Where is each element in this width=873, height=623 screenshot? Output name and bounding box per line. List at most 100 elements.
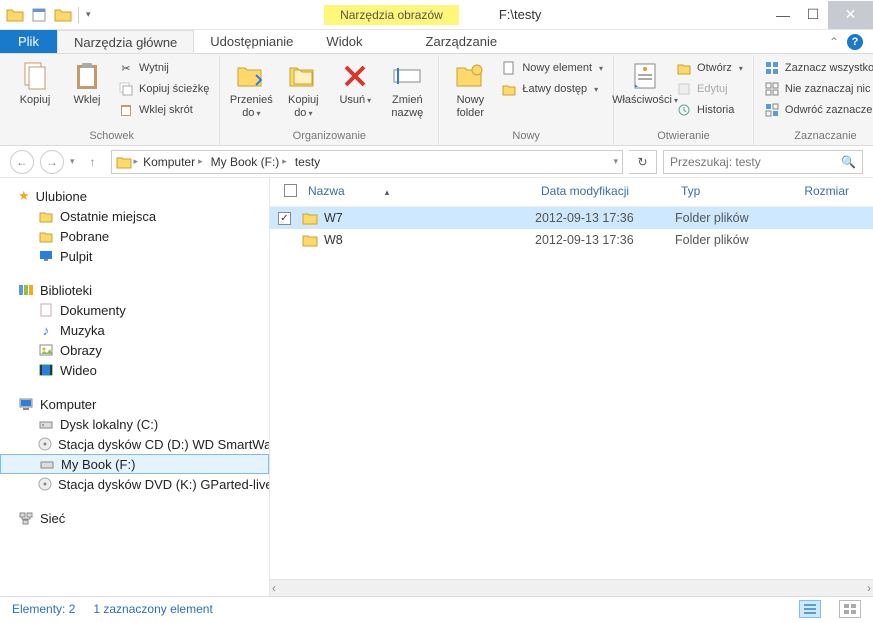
tree-favorites[interactable]: ★Ulubione: [0, 186, 269, 206]
select-all-button[interactable]: Zaznacz wszystko: [760, 58, 873, 78]
tree-item[interactable]: Ostatnie miejsca: [0, 206, 269, 226]
qat-folder-icon[interactable]: [4, 4, 26, 26]
search-icon: 🔍: [841, 155, 856, 169]
file-row[interactable]: W8 2012-09-13 17:36 Folder plików: [270, 229, 873, 251]
edit-button[interactable]: Edytuj: [672, 79, 747, 99]
music-icon: ♪: [38, 322, 54, 338]
address-bar[interactable]: ▸ Komputer▸ My Book (F:)▸ testy ▾: [111, 150, 623, 174]
tab-file[interactable]: Plik: [0, 30, 57, 53]
breadcrumb-item[interactable]: My Book (F:)▸: [208, 155, 290, 169]
tree-item[interactable]: Dokumenty: [0, 300, 269, 320]
group-new: Nowy folder Nowy element▾ Łatwy dostęp▾ …: [439, 56, 614, 145]
paste-button[interactable]: Wklej: [62, 58, 112, 109]
qat-dropdown-icon[interactable]: ▾: [83, 9, 94, 20]
collapse-ribbon-icon[interactable]: ⌃: [829, 35, 839, 49]
row-checkbox[interactable]: ✓: [278, 212, 291, 225]
history-button[interactable]: Historia: [672, 100, 747, 120]
col-date[interactable]: Data modyfikacji: [535, 184, 675, 200]
qat-new-folder-icon[interactable]: [52, 4, 74, 26]
tree-item[interactable]: Stacja dysków CD (D:) WD SmartWare: [0, 434, 269, 454]
properties-button[interactable]: Właściwości▾: [620, 58, 670, 109]
col-size[interactable]: Rozmiar: [795, 184, 865, 200]
easy-access-button[interactable]: Łatwy dostęp▾: [497, 79, 607, 99]
back-button[interactable]: ←: [10, 150, 34, 174]
copy-button[interactable]: Kopiuj: [10, 58, 60, 109]
refresh-button[interactable]: ↻: [629, 150, 657, 174]
group-organize: Przenieś do▾ Kopiuj do▾ Usuń▾ Zmień nazw…: [220, 56, 439, 145]
breadcrumb-item[interactable]: Komputer▸: [140, 155, 206, 169]
tree-network[interactable]: Sieć: [0, 508, 269, 528]
minimize-button[interactable]: —: [768, 1, 798, 29]
new-item-button[interactable]: Nowy element▾: [497, 58, 607, 78]
nav-tree[interactable]: ★Ulubione Ostatnie miejsca Pobrane Pulpi…: [0, 178, 270, 596]
col-name[interactable]: Nazwa▴: [302, 184, 535, 200]
delete-button[interactable]: Usuń▾: [330, 58, 380, 109]
drive-icon: [38, 416, 54, 432]
status-count: Elementy: 2: [12, 602, 75, 616]
main-split: ★Ulubione Ostatnie miejsca Pobrane Pulpi…: [0, 178, 873, 596]
copy-to-button[interactable]: Kopiuj do▾: [278, 58, 328, 121]
file-rows: ✓ W7 2012-09-13 17:36 Folder plików W8 2…: [270, 207, 873, 579]
tree-item[interactable]: Stacja dysków DVD (K:) GParted-live: [0, 474, 269, 494]
rename-button[interactable]: Zmień nazwę: [382, 58, 432, 121]
view-icons-button[interactable]: [839, 600, 861, 618]
window-controls: — ☐ ✕: [768, 1, 873, 29]
tree-computer[interactable]: Komputer: [0, 394, 269, 414]
copy-to-icon: [287, 60, 319, 92]
group-open: Właściwości▾ Otwórz▾ Edytuj Historia Otw…: [614, 56, 754, 145]
search-input[interactable]: [670, 155, 841, 169]
view-details-button[interactable]: [799, 600, 821, 618]
invert-selection-button[interactable]: Odwróć zaznaczenie: [760, 100, 873, 120]
forward-button[interactable]: →: [40, 150, 64, 174]
folder-icon: [302, 210, 318, 226]
copy-path-button[interactable]: Kopiuj ścieżkę: [114, 79, 213, 99]
col-type[interactable]: Typ: [675, 184, 795, 200]
address-dropdown-icon[interactable]: ▾: [613, 156, 618, 167]
navbar: ← → ▾ ↑ ▸ Komputer▸ My Book (F:)▸ testy …: [0, 146, 873, 178]
recent-icon: [38, 208, 54, 224]
tab-manage[interactable]: Zarządzanie: [410, 30, 515, 53]
file-pane: Nazwa▴ Data modyfikacji Typ Rozmiar ✓ W7…: [270, 178, 873, 596]
tab-home[interactable]: Narzędzia główne: [57, 30, 194, 53]
qat-properties-icon[interactable]: [28, 4, 50, 26]
new-folder-icon: [454, 60, 486, 92]
tree-item[interactable]: ♪Muzyka: [0, 320, 269, 340]
tree-libraries[interactable]: Biblioteki: [0, 280, 269, 300]
select-none-button[interactable]: Nie zaznaczaj nic: [760, 79, 873, 99]
move-to-button[interactable]: Przenieś do▾: [226, 58, 276, 121]
tree-item[interactable]: Pulpit: [0, 246, 269, 266]
history-dropdown-icon[interactable]: ▾: [70, 156, 75, 167]
quick-access-toolbar: ▾: [0, 4, 98, 26]
star-icon: ★: [18, 188, 30, 204]
new-folder-button[interactable]: Nowy folder: [445, 58, 495, 121]
tab-view[interactable]: Widok: [310, 30, 379, 53]
tree-item[interactable]: Wideo: [0, 360, 269, 380]
horizontal-scrollbar[interactable]: ‹›: [270, 579, 873, 596]
sort-indicator-icon: ▴: [385, 187, 390, 197]
paste-icon: [71, 60, 103, 92]
videos-icon: [38, 362, 54, 378]
help-icon[interactable]: ?: [847, 34, 863, 50]
open-button[interactable]: Otwórz▾: [672, 58, 747, 78]
cut-button[interactable]: ✂Wytnij: [114, 58, 213, 78]
file-row[interactable]: ✓ W7 2012-09-13 17:36 Folder plików: [270, 207, 873, 229]
breadcrumb-item[interactable]: testy: [292, 155, 323, 169]
close-button[interactable]: ✕: [828, 1, 873, 29]
tree-item[interactable]: Dysk lokalny (C:): [0, 414, 269, 434]
tree-item[interactable]: Pobrane: [0, 226, 269, 246]
up-button[interactable]: ↑: [81, 150, 105, 174]
tab-share[interactable]: Udostępnianie: [194, 30, 310, 53]
copy-path-icon: [118, 81, 134, 97]
search-box[interactable]: 🔍: [663, 150, 863, 174]
history-icon: [676, 102, 692, 118]
folder-icon: [302, 232, 318, 248]
edit-icon: [676, 81, 692, 97]
paste-shortcut-button[interactable]: Wklej skrót: [114, 100, 213, 120]
open-icon: [676, 60, 692, 76]
tree-item-selected[interactable]: My Book (F:): [0, 454, 269, 474]
maximize-button[interactable]: ☐: [798, 1, 828, 29]
select-all-checkbox[interactable]: [284, 184, 297, 197]
context-tab-label: Narzędzia obrazów: [324, 5, 459, 25]
tree-item[interactable]: Obrazy: [0, 340, 269, 360]
group-label: Organizowanie: [226, 128, 432, 145]
